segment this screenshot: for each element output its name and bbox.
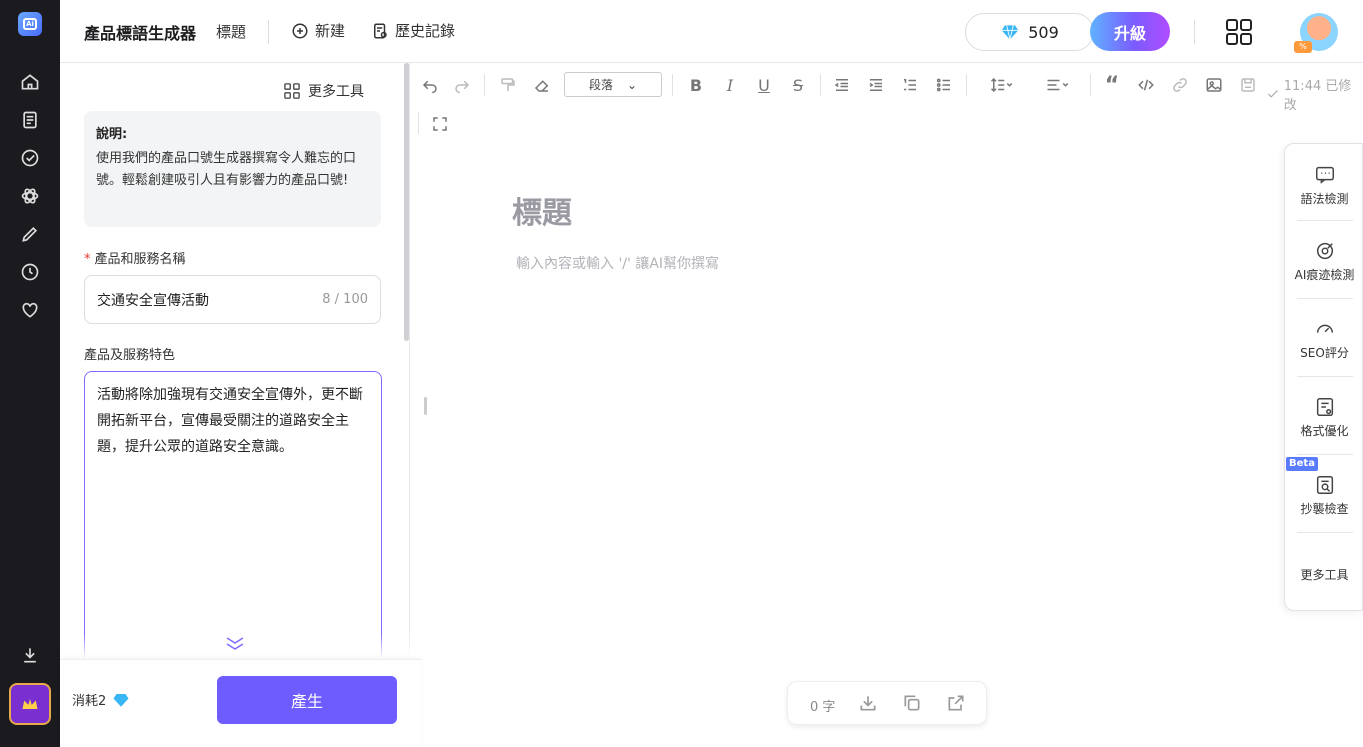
word-count: 0 字: [810, 700, 836, 715]
export-icon[interactable]: [946, 693, 966, 713]
product-name-input[interactable]: 交通安全宣傳活動 8 / 100: [84, 275, 381, 324]
app-logo-icon[interactable]: Ai: [18, 12, 42, 36]
gems-count: 509: [1028, 22, 1059, 42]
sidebar-item-more[interactable]: 更多工具: [1285, 566, 1363, 583]
cost-label: 消耗2: [72, 694, 107, 709]
crown-icon[interactable]: [9, 683, 51, 725]
avatar[interactable]: %: [1294, 13, 1338, 53]
line-height-icon[interactable]: [984, 73, 1020, 97]
history-doc-icon: [374, 23, 387, 38]
paragraph-select[interactable]: 段落 ⌄: [564, 72, 662, 97]
upgrade-button[interactable]: 升級: [1090, 12, 1170, 51]
code-icon[interactable]: [1134, 73, 1158, 97]
more-tools-label: 更多工具: [308, 84, 364, 100]
panel-footer: 消耗2 產生: [60, 659, 421, 747]
indent-icon[interactable]: [864, 73, 888, 97]
field1-label: * 產品和服務名稱: [84, 252, 186, 267]
page-title: 產品標語生成器: [84, 24, 197, 43]
divider: [1194, 20, 1195, 44]
strikethrough-icon[interactable]: S: [786, 73, 810, 97]
gems-balance[interactable]: 509: [965, 13, 1094, 51]
check-icon: [1267, 90, 1278, 98]
history-icon[interactable]: [20, 262, 40, 282]
save-icon[interactable]: [1236, 73, 1260, 97]
bullet-list-icon[interactable]: [932, 73, 956, 97]
more-tools-button[interactable]: 更多工具: [284, 81, 364, 101]
tools-sidebar: 語法檢測 AI痕迹檢測 SEO評分 格式優化 抄襲檢查 更多工具: [1284, 143, 1363, 611]
history-button[interactable]: 歷史記錄: [371, 20, 455, 41]
scrollbar[interactable]: [404, 63, 409, 341]
diamond-icon: [113, 693, 129, 707]
quote-icon[interactable]: “: [1100, 73, 1124, 98]
editor-toolbar: 段落 ⌄ B I U S “ 11:44 已修改: [410, 63, 1363, 143]
diamond-icon: [1001, 25, 1019, 40]
eraser-icon[interactable]: [530, 73, 554, 97]
underline-icon[interactable]: U: [752, 73, 776, 97]
plus-circle-icon: [292, 23, 308, 38]
beta-badge: Beta: [1286, 457, 1318, 471]
history-label: 歷史記錄: [395, 22, 456, 40]
copy-icon[interactable]: [902, 693, 922, 713]
info-description: 使用我們的產品口號生成器撰寫令人難忘的口號。輕鬆創建吸引人且有影響力的產品口號!: [96, 151, 357, 188]
format-painter-icon[interactable]: [496, 73, 520, 97]
italic-icon[interactable]: I: [718, 73, 742, 97]
info-box: 說明: 使用我們的產品口號生成器撰寫令人難忘的口號。輕鬆創建吸引人且有影響力的產…: [84, 111, 381, 227]
top-header: 產品標語生成器 標題 新建 歷史記錄 509 升級 %: [60, 0, 1363, 63]
apps-grid-icon[interactable]: [1225, 18, 1253, 46]
generate-button[interactable]: 產生: [217, 676, 397, 724]
field2-label: 產品及服務特色: [84, 348, 176, 363]
fullscreen-icon[interactable]: [428, 112, 452, 136]
page-subtitle: 標題: [216, 23, 247, 41]
heart-icon[interactable]: [20, 300, 40, 320]
sidebar-item-grammar[interactable]: 語法檢測: [1285, 164, 1363, 207]
new-label: 新建: [315, 22, 346, 40]
chevron-down-icon[interactable]: [223, 635, 247, 651]
product-name-value: 交通安全宣傳活動: [97, 292, 209, 309]
undo-icon[interactable]: [418, 73, 442, 97]
word-count-bar: 0 字: [787, 681, 987, 725]
paragraph-value: 段落: [588, 78, 613, 92]
link-icon[interactable]: [1168, 73, 1192, 97]
char-count: 8 / 100: [322, 292, 368, 307]
saved-status: 11:44 已修改: [1266, 75, 1363, 113]
gauge-icon: [1316, 324, 1333, 333]
left-rail: Ai: [0, 0, 60, 747]
sidebar-item-seo[interactable]: SEO評分: [1285, 318, 1363, 361]
download-icon[interactable]: [858, 693, 878, 713]
ordered-list-icon[interactable]: [898, 73, 922, 97]
sidebar-item-format[interactable]: 格式優化: [1285, 396, 1363, 439]
grammar-check-icon: [1315, 166, 1334, 184]
ai-detect-icon: [1316, 242, 1333, 260]
plagiarism-icon: [1316, 476, 1333, 494]
saved-text: 11:44 已修改: [1283, 79, 1352, 113]
grid-icon: [284, 83, 300, 99]
divider: [268, 20, 269, 44]
atom-icon[interactable]: [20, 186, 40, 206]
chevron-down-icon: ⌄: [626, 77, 638, 92]
align-icon[interactable]: [1040, 73, 1076, 97]
bold-icon[interactable]: B: [684, 73, 708, 97]
info-title: 說明:: [96, 127, 128, 142]
cost-info: 消耗2: [72, 690, 130, 709]
home-icon[interactable]: [20, 72, 40, 92]
redo-icon[interactable]: [450, 73, 474, 97]
check-icon[interactable]: [20, 148, 40, 168]
document-body[interactable]: 輸入內容或輸入 '/' 讓AI幫你撰寫: [516, 253, 719, 273]
image-icon[interactable]: [1202, 73, 1226, 97]
features-textarea[interactable]: 活動將除加強現有交通安全宣傳外，更不斷開拓新平台，宣傳最受關注的道路安全主題，提…: [84, 371, 382, 671]
outdent-icon[interactable]: [830, 73, 854, 97]
format-icon: [1316, 398, 1333, 416]
download-icon[interactable]: [20, 645, 40, 665]
new-button[interactable]: 新建: [291, 20, 345, 41]
discount-badge-icon: %: [1294, 41, 1312, 53]
pen-icon[interactable]: [20, 224, 40, 244]
sidebar-item-plagiarism[interactable]: 抄襲檢查: [1285, 474, 1363, 517]
document-title[interactable]: 標題: [512, 188, 572, 232]
document-icon[interactable]: [20, 110, 40, 130]
form-panel: 更多工具 說明: 使用我們的產品口號生成器撰寫令人難忘的口號。輕鬆創建吸引人且有…: [60, 63, 421, 747]
resize-handle[interactable]: [424, 397, 427, 415]
sidebar-item-ai-detect[interactable]: AI痕迹檢測: [1285, 240, 1363, 283]
